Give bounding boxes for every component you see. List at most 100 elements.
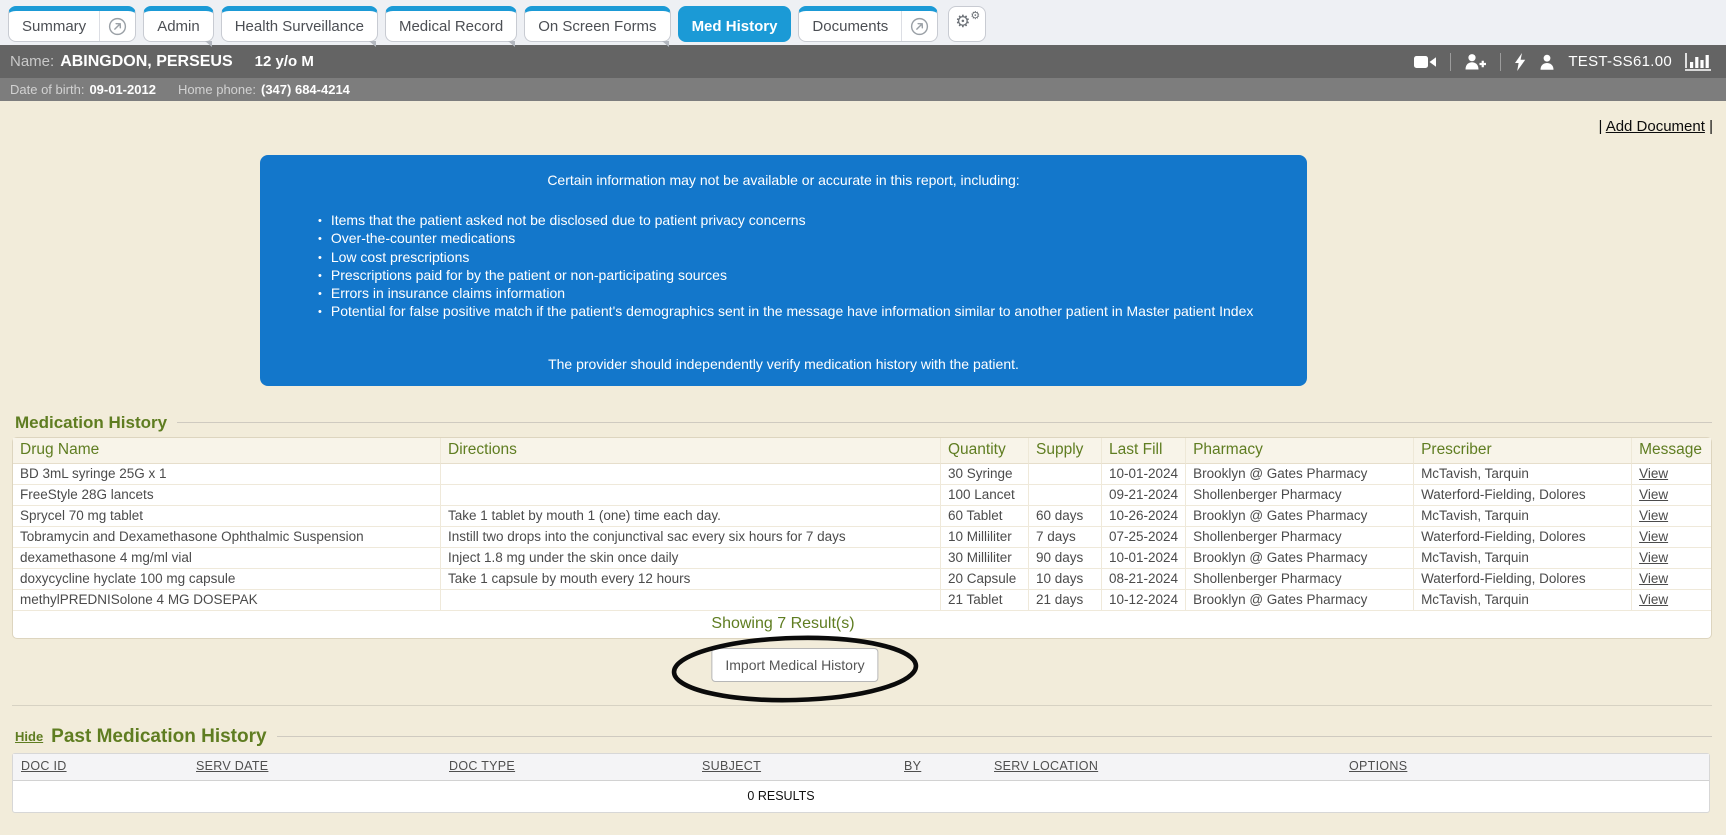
disclaimer-bullet: Over-the-counter medications — [318, 230, 1277, 248]
cell-directions: Inject 1.8 mg under the skin once daily — [441, 548, 941, 569]
cell-supply: 90 days — [1029, 548, 1102, 569]
medication-row: BD 3mL syringe 25G x 130 Syringe10-01-20… — [13, 464, 1711, 485]
past-column-header-doc-id[interactable]: DOC ID — [13, 759, 188, 773]
import-medical-history-button[interactable]: Import Medical History — [711, 648, 878, 682]
add-person-icon[interactable] — [1464, 53, 1487, 70]
tab-label: Summary — [9, 11, 99, 41]
cell-pharmacy: Shollenberger Pharmacy — [1186, 527, 1414, 548]
cell-directions — [441, 590, 941, 611]
column-header-last-fill: Last Fill — [1102, 438, 1186, 464]
cell-directions: Instill two drops into the conjunctival … — [441, 527, 941, 548]
view-message-link[interactable]: View — [1639, 529, 1668, 544]
past-column-header-by[interactable]: BY — [896, 759, 986, 773]
tab-summary[interactable]: Summary — [8, 6, 136, 42]
cell-message: View — [1632, 590, 1711, 611]
past-results-count: 0 RESULTS — [13, 781, 1709, 812]
cell-quantity: 60 Tablet — [941, 506, 1029, 527]
tab-bar: Summary Admin Health Surveillance Medical R… — [0, 0, 1726, 45]
cell-prescriber: McTavish, Tarquin — [1414, 590, 1632, 611]
pipe: | — [1598, 118, 1605, 135]
cell-supply — [1029, 485, 1102, 506]
past-column-header-subject[interactable]: SUBJECT — [694, 759, 896, 773]
account-id: TEST-SS61.00 — [1568, 53, 1672, 70]
cell-supply: 21 days — [1029, 590, 1102, 611]
tab-med-history[interactable]: Med History — [678, 6, 792, 42]
add-document-link[interactable]: Add Document — [1606, 118, 1705, 135]
cell-message: View — [1632, 569, 1711, 590]
view-message-link[interactable]: View — [1639, 466, 1668, 481]
view-message-link[interactable]: View — [1639, 571, 1668, 586]
cell-message: View — [1632, 485, 1711, 506]
dob-value: 09-01-2012 — [89, 82, 156, 97]
cell-message: View — [1632, 548, 1711, 569]
phone-value: (347) 684-4214 — [261, 82, 350, 97]
hide-link[interactable]: Hide — [15, 729, 43, 744]
patient-name: ABINGDON, PERSEUS — [60, 53, 232, 71]
disclaimer-bullet: Errors in insurance claims information — [318, 285, 1277, 303]
tab-documents[interactable]: Documents — [798, 6, 938, 42]
cell-pharmacy: Shollenberger Pharmacy — [1186, 485, 1414, 506]
medication-table-body: BD 3mL syringe 25G x 1 30 Syringe 10-01-20… — [13, 464, 1711, 611]
cell-drug: BD 3mL syringe 25G x 1 — [13, 464, 441, 485]
cell-drug: dexamethasone 4 mg/ml vial — [13, 548, 441, 569]
view-message-link[interactable]: View — [1639, 592, 1668, 607]
gear-small-icon: ⚙ — [970, 10, 980, 21]
cell-message: View — [1632, 527, 1711, 548]
cell-pharmacy: Brooklyn @ Gates Pharmacy — [1186, 464, 1414, 485]
video-camera-icon[interactable] — [1414, 55, 1437, 69]
cell-prescriber: Waterford-Fielding, Dolores — [1414, 485, 1632, 506]
disclaimer-bullet: Potential for false positive match if th… — [318, 303, 1277, 321]
disclaimer-bullet: Prescriptions paid for by the patient or… — [318, 267, 1277, 285]
tab-health-surveillance[interactable]: Health Surveillance — [221, 6, 378, 42]
settings-button[interactable]: ⚙ ⚙ — [948, 6, 986, 42]
cell-last-fill: 07-25-2024 — [1102, 527, 1186, 548]
view-message-link[interactable]: View — [1639, 487, 1668, 502]
cell-message: View — [1632, 506, 1711, 527]
popout-icon[interactable] — [99, 11, 135, 41]
cell-pharmacy: Brooklyn @ Gates Pharmacy — [1186, 506, 1414, 527]
past-column-header-serv-location[interactable]: SERV LOCATION — [986, 759, 1341, 773]
past-column-header-serv-date[interactable]: SERV DATE — [188, 759, 441, 773]
cell-last-fill: 10-01-2024 — [1102, 548, 1186, 569]
cell-drug: Sprycel 70 mg tablet — [13, 506, 441, 527]
view-message-link[interactable]: View — [1639, 550, 1668, 565]
view-message-link[interactable]: View — [1639, 508, 1668, 523]
tab-admin[interactable]: Admin — [143, 6, 214, 42]
pipe: | — [1705, 118, 1713, 135]
medication-history-table: Drug NameDirectionsQuantitySupplyLast Fi… — [12, 437, 1712, 639]
medication-row: dexamethasone 4 mg/ml vialInject 1.8 mg … — [13, 548, 1711, 569]
add-document-row: | Add Document | — [0, 118, 1713, 135]
menu-flap-icon — [205, 41, 212, 47]
cell-quantity: 21 Tablet — [941, 590, 1029, 611]
cell-directions — [441, 485, 941, 506]
cell-quantity: 30 Syringe — [941, 464, 1029, 485]
popout-icon[interactable] — [901, 11, 937, 41]
bar-chart-icon[interactable] — [1685, 52, 1712, 71]
cell-last-fill: 10-26-2024 — [1102, 506, 1186, 527]
medication-history-section: Medication History Drug NameDirectionsQu… — [12, 413, 1712, 639]
cell-drug: Tobramycin and Dexamethasone Ophthalmic … — [13, 527, 441, 548]
cell-message: View — [1632, 464, 1711, 485]
tab-label: Medical Record — [386, 11, 516, 41]
cell-supply: 60 days — [1029, 506, 1102, 527]
name-label: Name: — [10, 53, 54, 70]
past-medication-history-section: Hide Past Medication History DOC IDSERV … — [12, 726, 1712, 813]
person-icon[interactable] — [1539, 54, 1555, 70]
medication-table-header-row: Drug NameDirectionsQuantitySupplyLast Fi… — [13, 438, 1711, 464]
tab-on-screen-forms[interactable]: On Screen Forms — [524, 6, 670, 42]
lightning-bolt-icon[interactable] — [1514, 53, 1526, 71]
medication-row: doxycycline hyclate 100 mg capsuleTake 1… — [13, 569, 1711, 590]
tab-medical-record[interactable]: Medical Record — [385, 6, 517, 42]
cell-quantity: 30 Milliliter — [941, 548, 1029, 569]
cell-supply — [1029, 464, 1102, 485]
column-header-message: Message — [1632, 438, 1711, 464]
past-column-header-options[interactable]: OPTIONS — [1341, 759, 1709, 773]
past-table-header-row: DOC IDSERV DATEDOC TYPESUBJECTBYSERV LOC… — [13, 754, 1709, 781]
divider — [1450, 53, 1451, 71]
past-column-header-doc-type[interactable]: DOC TYPE — [441, 759, 694, 773]
cell-pharmacy: Brooklyn @ Gates Pharmacy — [1186, 590, 1414, 611]
column-header-quantity: Quantity — [941, 438, 1029, 464]
tab-label: On Screen Forms — [525, 11, 669, 41]
patient-age-sex: 12 y/o M — [255, 53, 314, 70]
tab-label: Admin — [144, 11, 213, 41]
